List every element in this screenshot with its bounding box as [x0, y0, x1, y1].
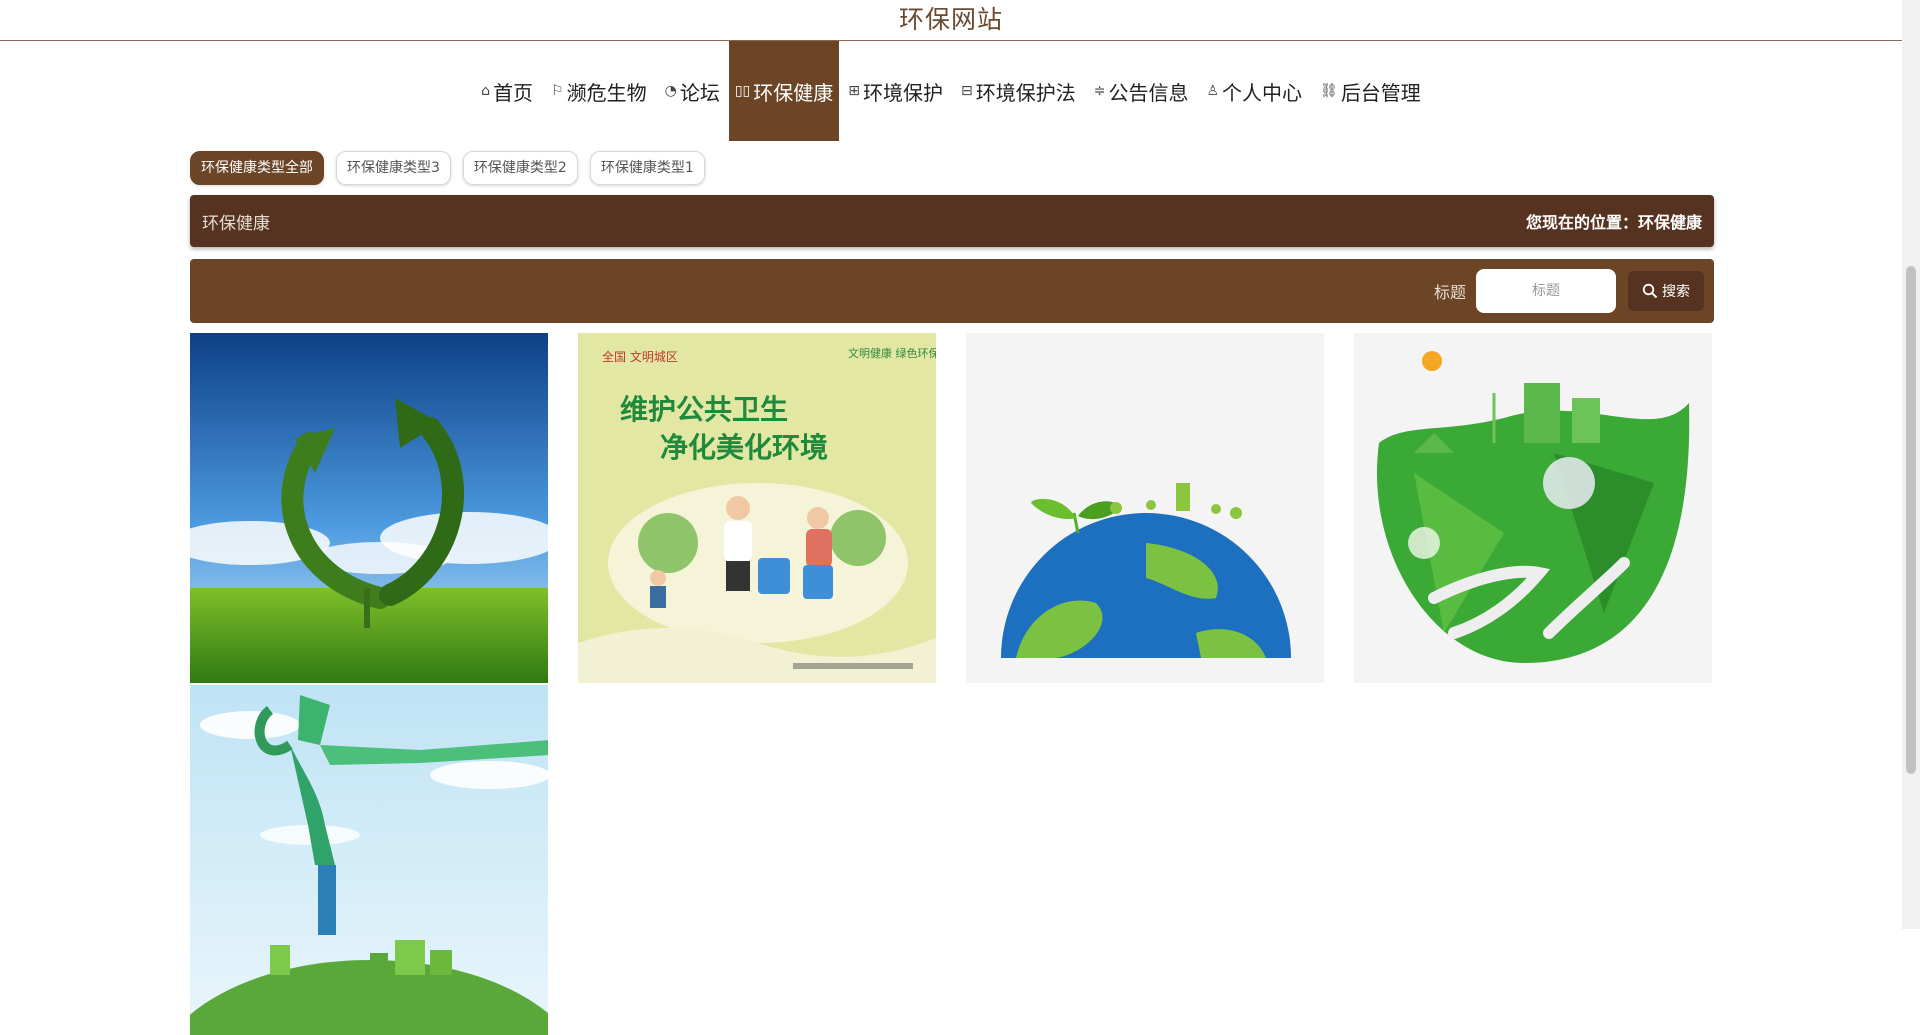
poster-headline-2: 净化美化环境 — [660, 431, 828, 464]
search-button[interactable]: 搜索 — [1628, 271, 1704, 311]
site-header: 环保网站 — [0, 0, 1902, 41]
flag-icon: ⚐ — [551, 83, 564, 99]
nav-item-protection[interactable]: ⊞ 环境保护 — [839, 41, 952, 141]
home-icon: ⌂ — [481, 83, 491, 99]
poster-tag-right: 文明健康 绿色环保 — [848, 346, 936, 360]
breadcrumb: 您现在的位置：环保健康 — [1525, 213, 1702, 232]
search-input[interactable] — [1476, 269, 1616, 313]
article-card[interactable] — [190, 685, 548, 1035]
link-icon: ⛓ — [1320, 83, 1338, 99]
nav-item-label: 环境保护 — [863, 80, 943, 105]
user-icon: ♙ — [1206, 83, 1220, 99]
nav-item-label: 环境保护法 — [975, 80, 1076, 105]
green-leaf-city-image — [1354, 333, 1712, 683]
table-icon: ⊟ — [961, 83, 973, 99]
section-title: 环保健康 — [202, 213, 270, 234]
section-title-bar: 环保健康 您现在的位置：环保健康 — [190, 195, 1714, 247]
article-card[interactable]: 全国 文明城区 文明健康 绿色环保 维护公共卫生 净化美化环境 — [578, 333, 936, 683]
nav-item-label: 濒危生物 — [566, 80, 647, 105]
page-scrollbar[interactable] — [1902, 0, 1920, 929]
poster-tag-left: 全国 文明城区 — [602, 349, 678, 364]
nav-item-label: 个人中心 — [1222, 80, 1303, 105]
earth-sprout-image — [966, 333, 1324, 683]
nav-item-notice[interactable]: ≑ 公告信息 — [1085, 41, 1198, 141]
sliders-icon: ≑ — [1093, 83, 1106, 99]
poster-headline-1: 维护公共卫生 — [620, 393, 788, 426]
search-label: 标题 — [1433, 283, 1466, 302]
gauge-icon: ◔ — [664, 83, 677, 99]
nav-item-home[interactable]: ⌂ 首页 — [472, 41, 542, 141]
article-card[interactable] — [966, 333, 1324, 683]
public-health-poster-image: 全国 文明城区 文明健康 绿色环保 维护公共卫生 净化美化环境 — [578, 333, 936, 683]
scrollbar-thumb[interactable] — [1906, 266, 1916, 774]
nav-item-law[interactable]: ⊟ 环境保护法 — [952, 41, 1085, 141]
yoga-globe-image — [190, 685, 548, 1035]
nav-item-label: 首页 — [493, 80, 534, 105]
main-nav: ⌂ 首页 ⚐ 濒危生物 ◔ 论坛 ▯▯ 环保健康 ⊞ 环境保护 ⊟ 环境保护法 … — [0, 41, 1902, 141]
article-card[interactable] — [190, 333, 548, 683]
grid-icon: ⊞ — [848, 83, 860, 99]
filter-type3-button[interactable]: 环保健康类型3 — [336, 151, 451, 185]
filter-all-button[interactable]: 环保健康类型全部 — [190, 151, 324, 185]
nav-item-admin[interactable]: ⛓ 后台管理 — [1311, 41, 1430, 141]
nav-item-health[interactable]: ▯▯ 环保健康 — [728, 41, 840, 141]
nav-item-label: 论坛 — [679, 80, 720, 105]
filter-type2-button[interactable]: 环保健康类型2 — [462, 151, 578, 185]
article-grid: 全国 文明城区 文明健康 绿色环保 维护公共卫生 净化美化环境 — [190, 333, 1714, 1035]
book-icon: ▯▯ — [734, 83, 751, 99]
nav-item-label: 公告信息 — [1108, 80, 1189, 105]
nav-item-forum[interactable]: ◔ 论坛 — [656, 41, 729, 141]
search-bar: 标题 搜索 — [190, 259, 1714, 323]
search-icon — [1642, 283, 1658, 299]
site-title: 环保网站 — [898, 5, 1003, 34]
category-filters: 环保健康类型全部 环保健康类型3 环保健康类型2 环保健康类型1 — [190, 151, 705, 185]
nav-item-endangered[interactable]: ⚐ 濒危生物 — [542, 41, 656, 141]
article-card[interactable] — [1354, 333, 1712, 683]
recycle-grass-image — [190, 333, 548, 683]
nav-item-profile[interactable]: ♙ 个人中心 — [1197, 41, 1311, 141]
nav-item-label: 环保健康 — [753, 80, 834, 105]
filter-type1-button[interactable]: 环保健康类型1 — [589, 151, 705, 185]
search-button-label: 搜索 — [1662, 284, 1690, 300]
nav-item-label: 后台管理 — [1340, 80, 1421, 105]
